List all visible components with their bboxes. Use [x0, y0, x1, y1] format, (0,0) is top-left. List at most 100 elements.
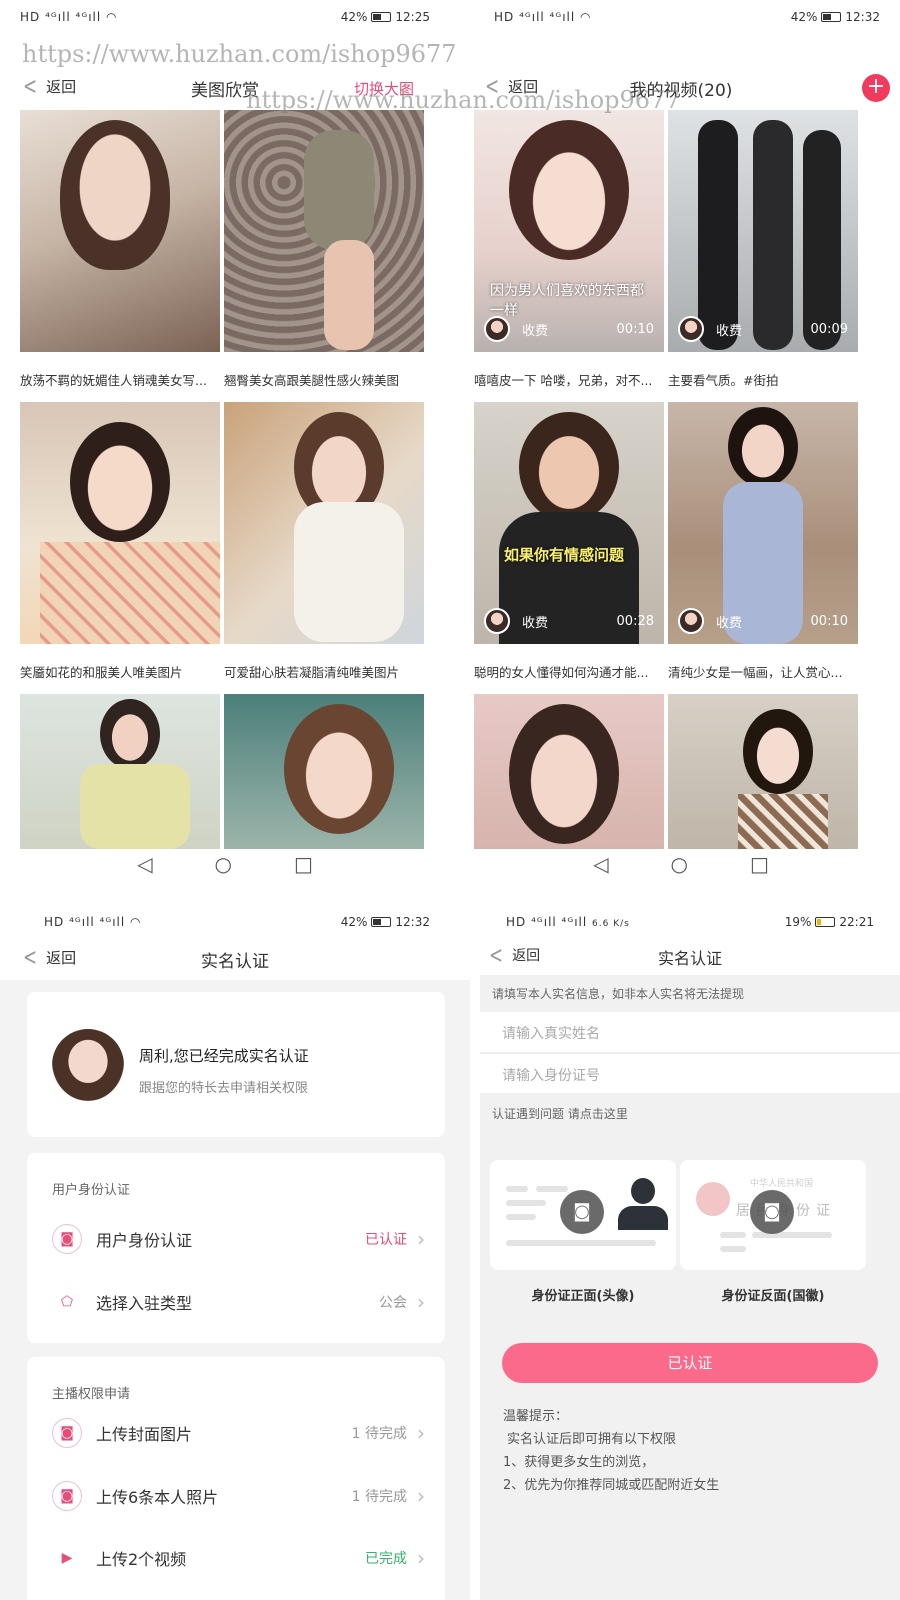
photo-item[interactable]: 放荡不羁的妩媚佳人销魂美女写...	[20, 110, 220, 389]
status-right: 42% 12:32	[341, 915, 430, 929]
video-footer: 收费 00:10	[678, 608, 848, 634]
battery-icon	[371, 12, 392, 22]
video-thumbnail: 因为男人们喜欢的东西都一样 收费 00:10	[474, 110, 664, 352]
chevron-right-icon: ›	[417, 1484, 425, 1508]
clock: 12:32	[845, 10, 880, 24]
row-value: 1 待完成	[351, 1426, 407, 1442]
row-upload-cover[interactable]: ◙ 上传封面图片 1 待完成 ›	[52, 1413, 425, 1453]
video-item[interactable]	[474, 694, 664, 849]
photo-item[interactable]: 翘臀美女高跟美腿性感火辣美图	[224, 110, 424, 389]
nav-back-icon[interactable]: ◁	[593, 852, 608, 892]
nav-bar: < 返回 美图欣赏 切换大图	[0, 70, 450, 106]
video-thumbnail: 收费 00:09	[668, 110, 858, 352]
photo-item[interactable]	[224, 694, 424, 849]
price-label: 收费	[522, 615, 549, 631]
row-value: 1 待完成	[351, 1489, 407, 1505]
camera-icon: ◙	[52, 1418, 82, 1448]
real-name-input[interactable]: 请输入真实姓名	[480, 1012, 900, 1052]
video-thumbnail: 收费 00:10	[668, 402, 858, 644]
id-front-upload[interactable]: ◙	[490, 1160, 676, 1270]
person-icon	[618, 1178, 668, 1232]
video-item[interactable]: 因为男人们喜欢的东西都一样 收费 00:10 嘻嘻皮一下 哈喽，兄弟，对不...	[474, 110, 664, 389]
video-footer: 收费 00:28	[484, 608, 654, 634]
nav-back-icon[interactable]: ◁	[137, 852, 152, 892]
id-back-upload[interactable]: 中华人民共和国 居民身份证 ◙	[680, 1160, 866, 1270]
network-speed: 6.6 K/s	[592, 919, 630, 929]
nav-recents-icon[interactable]: □	[750, 852, 769, 892]
card-back-country-text: 中华人民共和国	[750, 1179, 814, 1189]
system-nav-bar: ◁ ○ □	[462, 852, 900, 892]
row-upload-videos[interactable]: ▶ 上传2个视频 已完成 ›	[52, 1538, 425, 1578]
plus-icon[interactable]: +	[862, 74, 890, 102]
videos-screen: HD ⁴ᴳıll ⁴ᴳıll ◠ 42% 12:32 < 返回 我的视频(20) +…	[462, 0, 900, 905]
photo-thumbnail	[224, 402, 424, 644]
signal-icons: HD ⁴ᴳıll ⁴ᴳıll ◠	[494, 10, 592, 24]
video-thumbnail	[474, 694, 664, 849]
camera-icon: ◙	[750, 1190, 794, 1234]
battery-icon	[815, 917, 836, 927]
photo-item[interactable]: 可爱甜心肤若凝脂清纯唯美图片	[224, 402, 424, 681]
switch-large-view-button[interactable]: 切换大图	[354, 78, 414, 99]
verification-status-screen: HD ⁴ᴳıll ⁴ᴳıll ◠ 42% 12:32 < 返回 实名认证 周利,您已…	[0, 905, 470, 1600]
battery-percent: 42%	[790, 10, 818, 24]
video-item[interactable]: 收费 00:10 清纯少女是一幅画，让人赏心...	[668, 402, 858, 681]
price-label: 收费	[716, 615, 743, 631]
photo-caption: 翘臀美女高跟美腿性感火辣美图	[224, 373, 400, 388]
video-caption: 聪明的女人懂得如何沟通才能...	[474, 665, 649, 680]
avatar	[678, 316, 704, 342]
nav-bar: < 返回 实名认证	[0, 941, 470, 977]
price-label: 收费	[522, 323, 549, 339]
photo-caption: 放荡不羁的妩媚佳人销魂美女写...	[20, 373, 207, 388]
status-right: 42% 12:25	[341, 10, 430, 24]
row-label: 上传封面图片	[96, 1425, 193, 1444]
page-title: 实名认证	[201, 952, 269, 972]
battery-percent: 19%	[784, 915, 812, 929]
nav-home-icon[interactable]: ○	[215, 852, 232, 892]
gallery-screen: HD ⁴ᴳıll ⁴ᴳıll ◠ 42% 12:25 < 返回 美图欣赏 切换大图 …	[0, 0, 450, 905]
tip-line: 2、优先为你推荐同城或匹配附近女生	[503, 1478, 720, 1493]
price-label: 收费	[716, 323, 743, 339]
chevron-right-icon: ›	[417, 1290, 425, 1314]
video-item[interactable]: 如果你有情感问题 收费 00:28 聪明的女人懂得如何沟通才能...	[474, 402, 664, 681]
camera-icon: ◙	[52, 1481, 82, 1511]
header: HD ⁴ᴳıll ⁴ᴳıll ◠ 42% 12:32 < 返回 实名认证	[0, 905, 470, 980]
emblem-icon	[696, 1182, 730, 1216]
video-item[interactable]	[668, 694, 858, 849]
avatar	[484, 608, 510, 634]
avatar	[484, 316, 510, 342]
photo-thumbnail	[20, 110, 220, 352]
help-link[interactable]: 认证遇到问题 请点击这里	[492, 1105, 628, 1122]
video-overlay-text: 因为男人们喜欢的东西都一样	[490, 283, 644, 319]
camera-icon: ◙	[52, 1224, 82, 1254]
photo-item[interactable]	[20, 694, 220, 849]
row-upload-photos[interactable]: ◙ 上传6条本人照片 1 待完成 ›	[52, 1476, 425, 1516]
status-bar: HD ⁴ᴳıll ⁴ᴳıll 6.6 K/s 19% 22:21	[480, 905, 900, 939]
status-bar: HD ⁴ᴳıll ⁴ᴳıll ◠ 42% 12:32	[462, 0, 900, 34]
tips-block: 温馨提示： 实名认证后即可拥有以下权限 1、获得更多女生的浏览， 2、优先为你推…	[503, 1405, 719, 1497]
video-duration: 00:28	[616, 613, 654, 629]
video-footer: 收费 00:09	[678, 316, 848, 342]
anchor-permissions-card: 主播权限申请 ◙ 上传封面图片 1 待完成 › ◙ 上传6条本人照片 1 待完成…	[27, 1357, 445, 1600]
notice-text: 请填写本人实名信息，如非本人实名将无法提现	[492, 987, 745, 1001]
video-item[interactable]: 收费 00:09 主要看气质。#街拍	[668, 110, 858, 389]
verification-form-screen: HD ⁴ᴳıll ⁴ᴳıll 6.6 K/s 19% 22:21 < 返回 实名认证…	[480, 905, 900, 1600]
nav-home-icon[interactable]: ○	[671, 852, 688, 892]
photo-thumbnail	[224, 694, 424, 849]
clock: 22:21	[839, 915, 874, 929]
photo-item[interactable]: 笑靥如花的和服美人唯美图片	[20, 402, 220, 681]
nav-recents-icon[interactable]: □	[294, 852, 313, 892]
row-label: 用户身份认证	[96, 1231, 193, 1250]
chevron-right-icon: ›	[417, 1227, 425, 1251]
row-join-type[interactable]: ⬠ 选择入驻类型 公会 ›	[52, 1282, 425, 1322]
video-duration: 00:10	[616, 321, 654, 337]
identity-card: 用户身份认证 ◙ 用户身份认证 已认证 › ⬠ 选择入驻类型 公会 ›	[27, 1153, 445, 1343]
row-label: 上传2个视频	[96, 1550, 187, 1569]
battery-icon	[371, 917, 392, 927]
system-nav-bar: ◁ ○ □	[0, 852, 450, 892]
video-caption: 主要看气质。#街拍	[668, 373, 779, 388]
avatar	[678, 608, 704, 634]
tip-line: 实名认证后即可拥有以下权限	[507, 1432, 677, 1447]
verified-button[interactable]: 已认证	[502, 1343, 878, 1383]
id-number-input[interactable]: 请输入身份证号	[480, 1053, 900, 1093]
row-identity-verify[interactable]: ◙ 用户身份认证 已认证 ›	[52, 1219, 425, 1259]
